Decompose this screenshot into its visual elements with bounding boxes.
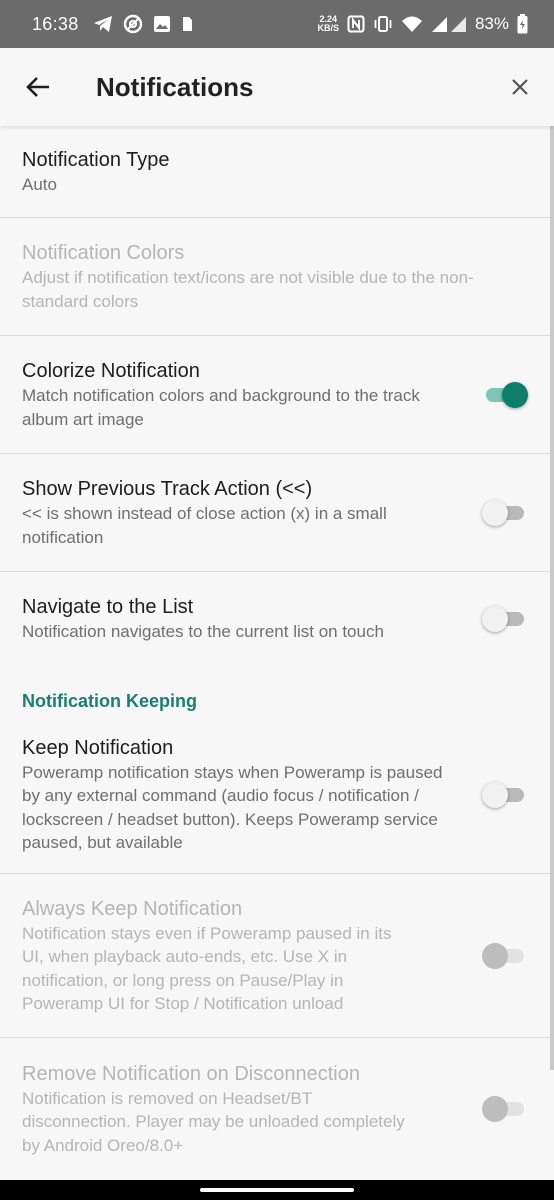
remove-notification-toggle <box>482 1095 528 1123</box>
pref-show-previous-track[interactable]: Show Previous Track Action (<<) << is sh… <box>0 454 554 572</box>
network-speed-unit: KB/S <box>317 23 339 33</box>
scrollbar[interactable] <box>550 126 554 1070</box>
pref-keep-notification[interactable]: Keep Notification Poweramp notification … <box>0 716 554 874</box>
image-icon <box>153 15 171 33</box>
vibrate-icon <box>373 15 393 33</box>
status-time: 16:38 <box>32 13 79 34</box>
close-button[interactable] <box>500 67 540 107</box>
battery-percent: 83% <box>474 14 509 33</box>
home-gesture-handle[interactable] <box>200 1188 354 1192</box>
preferences-list: Notification Type Auto Notification Colo… <box>0 126 554 1180</box>
pref-always-keep-notification: Always Keep Notification Notification st… <box>0 874 554 1038</box>
colorize-notification-toggle[interactable] <box>482 381 528 409</box>
pref-notification-colors: Notification Colors Adjust if notificati… <box>0 218 554 336</box>
pref-title: Navigate to the List <box>22 596 194 619</box>
nfc-icon <box>347 15 365 33</box>
pref-title: Notification Type <box>22 148 170 171</box>
navigation-bar <box>0 1180 554 1200</box>
pref-summary: Auto <box>22 174 57 194</box>
pref-remove-notification-on-disconnection: Remove Notification on Disconnection Not… <box>0 1038 554 1180</box>
signal-icon <box>431 15 467 33</box>
pref-summary: Notification stays even if Poweramp paus… <box>22 923 392 1014</box>
pref-summary: Poweramp notification stays when Poweram… <box>22 762 443 853</box>
back-button[interactable] <box>18 67 58 107</box>
app-bar: Notifications <box>0 48 554 126</box>
toggle-thumb <box>482 499 508 526</box>
section-header-notification-keeping: Notification Keeping <box>22 691 197 711</box>
battery-icon <box>517 14 528 34</box>
pref-colorize-notification[interactable]: Colorize Notification Match notification… <box>0 336 554 454</box>
pref-title: Notification Colors <box>22 242 185 264</box>
pref-summary: Adjust if notification text/icons are no… <box>22 268 474 311</box>
toggle-thumb <box>482 781 508 808</box>
navigate-to-list-toggle[interactable] <box>482 605 528 633</box>
pref-notification-type[interactable]: Notification Type Auto <box>0 126 554 218</box>
telegram-icon <box>93 15 113 33</box>
status-left: 16:38 <box>32 14 193 35</box>
pref-summary: << is shown instead of close action (x) … <box>22 504 387 547</box>
keep-notification-toggle[interactable] <box>482 781 528 809</box>
status-right: 2.24 KB/S 83% <box>317 14 528 34</box>
pref-summary: Notification is removed on Headset/BT di… <box>22 1088 405 1155</box>
network-speed: 2.24 KB/S <box>317 15 339 33</box>
pref-navigate-to-list[interactable]: Navigate to the List Notification naviga… <box>0 572 554 666</box>
pref-title: Always Keep Notification <box>22 897 243 920</box>
pref-title: Keep Notification <box>22 736 174 759</box>
at-sign-icon <box>123 14 143 34</box>
toggle-thumb <box>502 381 528 408</box>
toggle-thumb <box>482 606 508 632</box>
show-previous-track-toggle[interactable] <box>482 499 528 527</box>
pref-summary: Notification navigates to the current li… <box>22 622 384 642</box>
wifi-icon <box>401 15 423 33</box>
pref-title: Show Previous Track Action (<<) <box>22 478 313 500</box>
pref-title: Remove Notification on Disconnection <box>22 1062 360 1085</box>
status-bar: 16:38 2.24 KB/S 83% <box>0 0 554 48</box>
pref-summary: Match notification colors and background… <box>22 386 420 429</box>
pref-title: Colorize Notification <box>22 360 200 382</box>
toggle-thumb <box>482 1096 508 1122</box>
arrow-left-icon <box>26 77 49 97</box>
close-icon <box>512 79 528 95</box>
sim-icon <box>181 15 193 33</box>
toggle-thumb <box>482 942 508 969</box>
always-keep-notification-toggle <box>482 942 528 970</box>
page-title: Notifications <box>96 71 254 102</box>
